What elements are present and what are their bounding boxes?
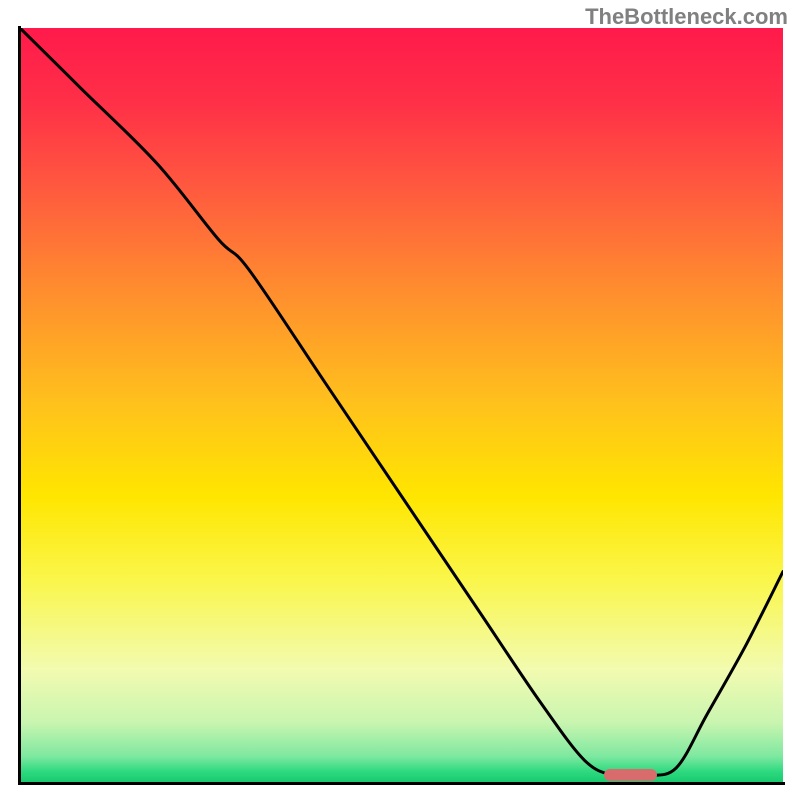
x-axis xyxy=(18,782,785,785)
y-axis xyxy=(18,26,21,785)
plot-area xyxy=(20,28,783,783)
bottleneck-curve xyxy=(20,28,783,783)
optimal-marker xyxy=(604,769,657,781)
chart-container: TheBottleneck.com xyxy=(0,0,800,800)
watermark-label: TheBottleneck.com xyxy=(585,4,788,30)
